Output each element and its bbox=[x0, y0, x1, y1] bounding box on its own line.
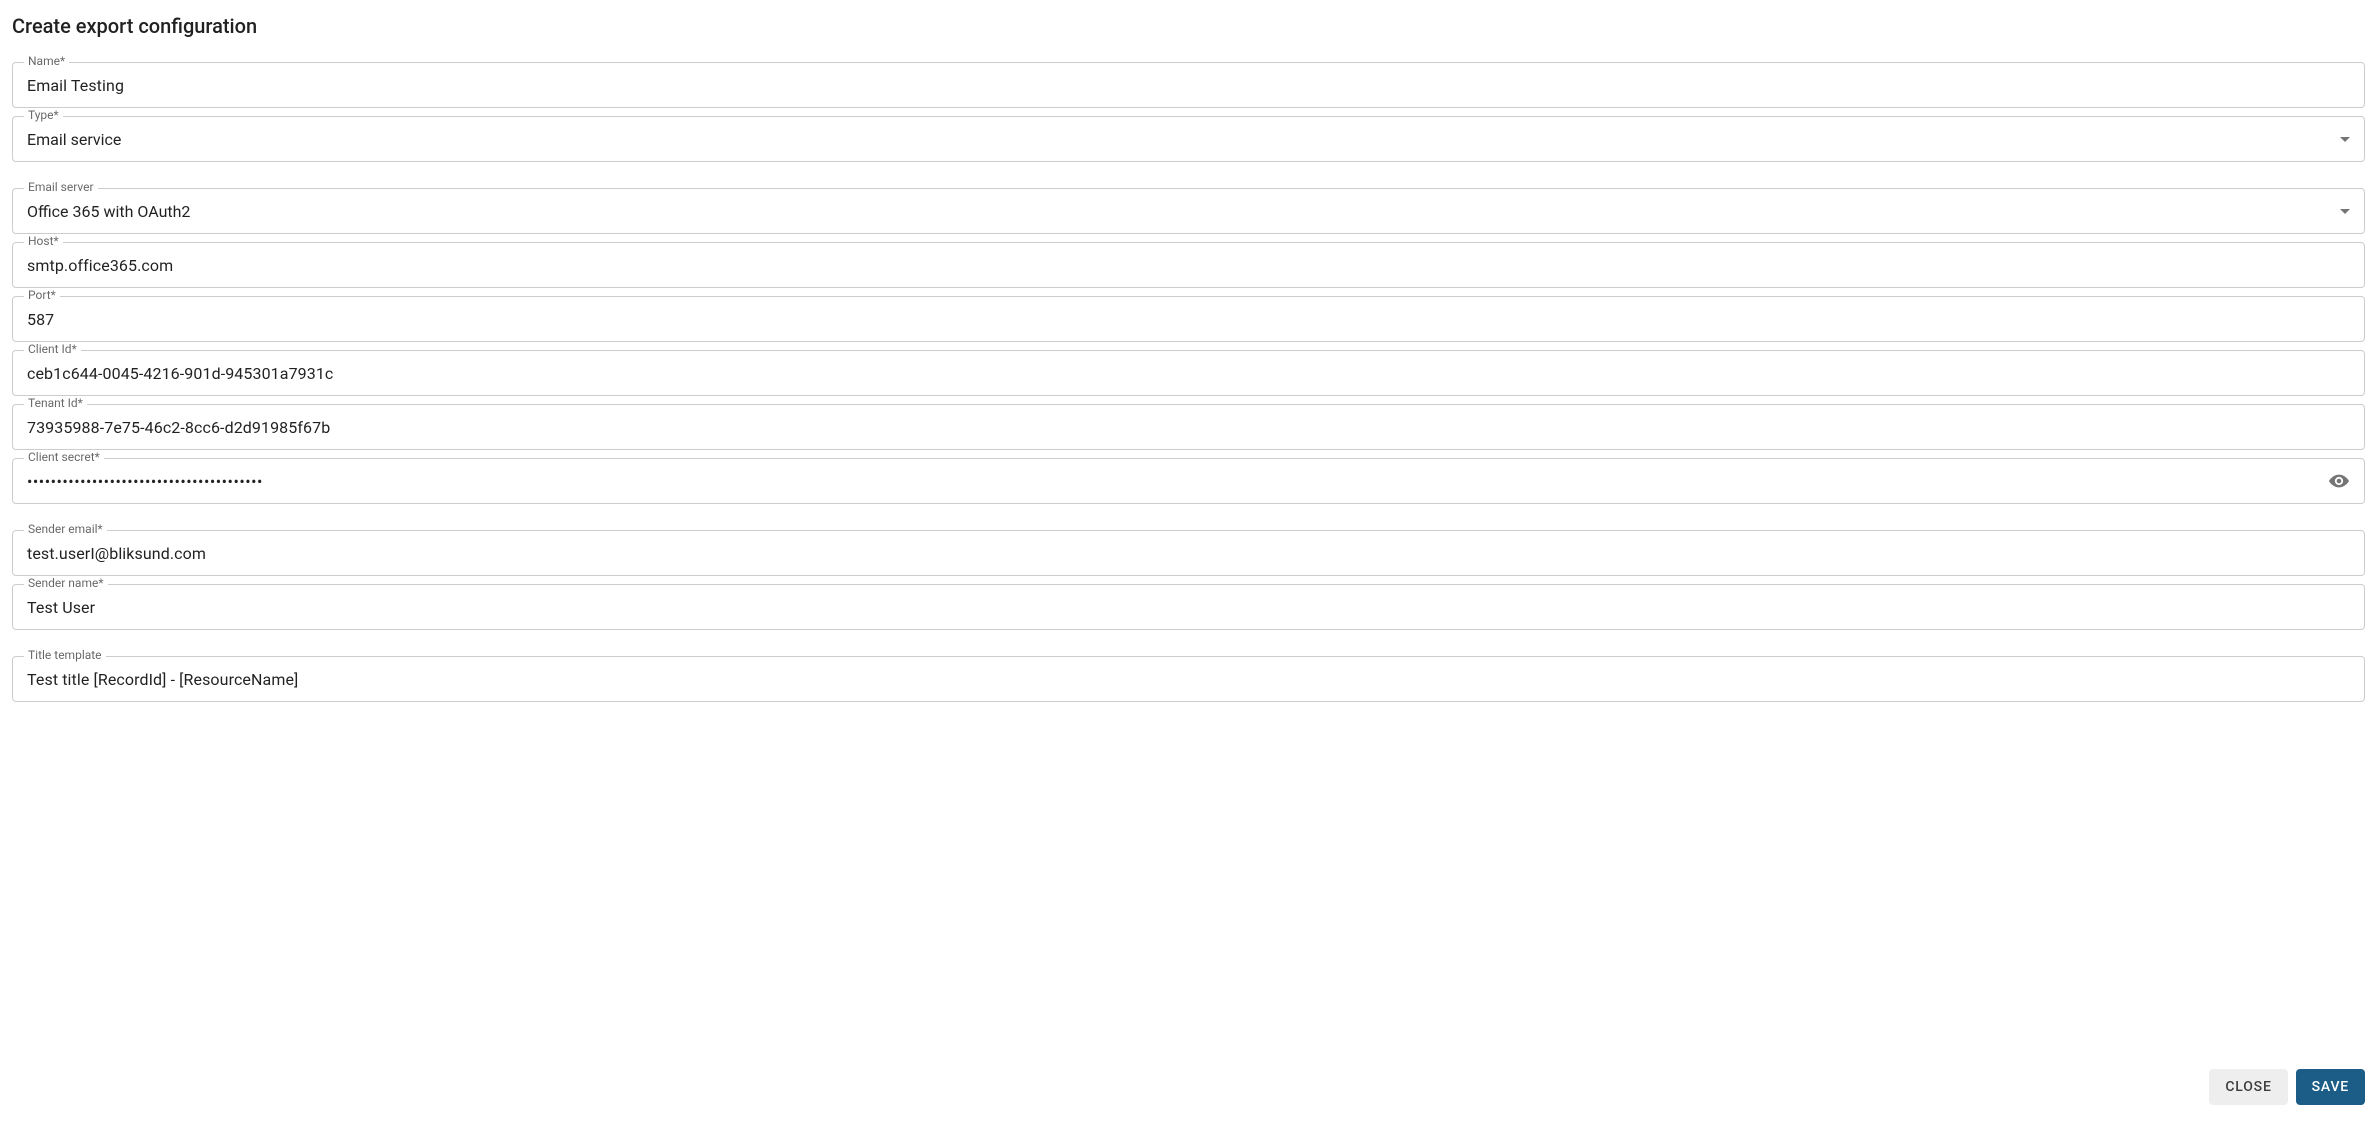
save-button[interactable]: SAVE bbox=[2296, 1069, 2365, 1105]
close-button[interactable]: CLOSE bbox=[2209, 1069, 2287, 1105]
type-selected-value: Email service bbox=[27, 130, 2332, 149]
client-secret-input[interactable]: •••••••••••••••••••••••••••••••••••••••• bbox=[27, 460, 2320, 503]
title-template-label: Title template bbox=[24, 648, 106, 662]
client-id-input[interactable] bbox=[27, 352, 2350, 395]
tenant-id-field: Tenant Id* bbox=[12, 404, 2365, 450]
email-server-select[interactable]: Office 365 with OAuth2 bbox=[12, 188, 2365, 234]
sender-name-label: Sender name* bbox=[24, 576, 108, 590]
eye-icon[interactable] bbox=[2328, 470, 2350, 492]
port-field: Port* bbox=[12, 296, 2365, 342]
sender-email-field: Sender email* bbox=[12, 530, 2365, 576]
chevron-down-icon bbox=[2340, 137, 2350, 142]
tenant-id-box bbox=[12, 404, 2365, 450]
type-field: Type* Email service bbox=[12, 116, 2365, 162]
dialog-footer: CLOSE SAVE bbox=[0, 1036, 2377, 1121]
client-secret-label: Client secret* bbox=[24, 450, 104, 464]
dialog-scroll-area[interactable]: Create export configuration Name* Type* … bbox=[0, 0, 2377, 1036]
host-box bbox=[12, 242, 2365, 288]
name-box bbox=[12, 62, 2365, 108]
host-input[interactable] bbox=[27, 244, 2350, 287]
dialog-title: Create export configuration bbox=[12, 8, 2365, 62]
sender-email-input[interactable] bbox=[27, 532, 2350, 575]
host-field: Host* bbox=[12, 242, 2365, 288]
tenant-id-label: Tenant Id* bbox=[24, 396, 87, 410]
chevron-down-icon bbox=[2340, 209, 2350, 214]
title-template-field: Title template bbox=[12, 656, 2365, 702]
sender-name-box bbox=[12, 584, 2365, 630]
sender-email-label: Sender email* bbox=[24, 522, 107, 536]
title-template-box bbox=[12, 656, 2365, 702]
client-id-box bbox=[12, 350, 2365, 396]
sender-name-field: Sender name* bbox=[12, 584, 2365, 630]
email-server-selected-value: Office 365 with OAuth2 bbox=[27, 202, 2332, 221]
port-input[interactable] bbox=[27, 298, 2350, 341]
tenant-id-input[interactable] bbox=[27, 406, 2350, 449]
host-label: Host* bbox=[24, 234, 63, 248]
type-label: Type* bbox=[24, 108, 63, 122]
type-select[interactable]: Email service bbox=[12, 116, 2365, 162]
sender-name-input[interactable] bbox=[27, 586, 2350, 629]
title-template-input[interactable] bbox=[27, 658, 2350, 701]
name-input[interactable] bbox=[27, 64, 2350, 107]
export-config-dialog: Create export configuration Name* Type* … bbox=[0, 0, 2377, 1121]
port-box bbox=[12, 296, 2365, 342]
name-field: Name* bbox=[12, 62, 2365, 108]
sender-email-box bbox=[12, 530, 2365, 576]
client-id-field: Client Id* bbox=[12, 350, 2365, 396]
client-secret-field: Client secret* •••••••••••••••••••••••••… bbox=[12, 458, 2365, 504]
client-id-label: Client Id* bbox=[24, 342, 81, 356]
client-secret-box: •••••••••••••••••••••••••••••••••••••••• bbox=[12, 458, 2365, 504]
email-server-field: Email server Office 365 with OAuth2 bbox=[12, 188, 2365, 234]
name-label: Name* bbox=[24, 54, 69, 68]
port-label: Port* bbox=[24, 288, 60, 302]
email-server-label: Email server bbox=[24, 180, 98, 194]
